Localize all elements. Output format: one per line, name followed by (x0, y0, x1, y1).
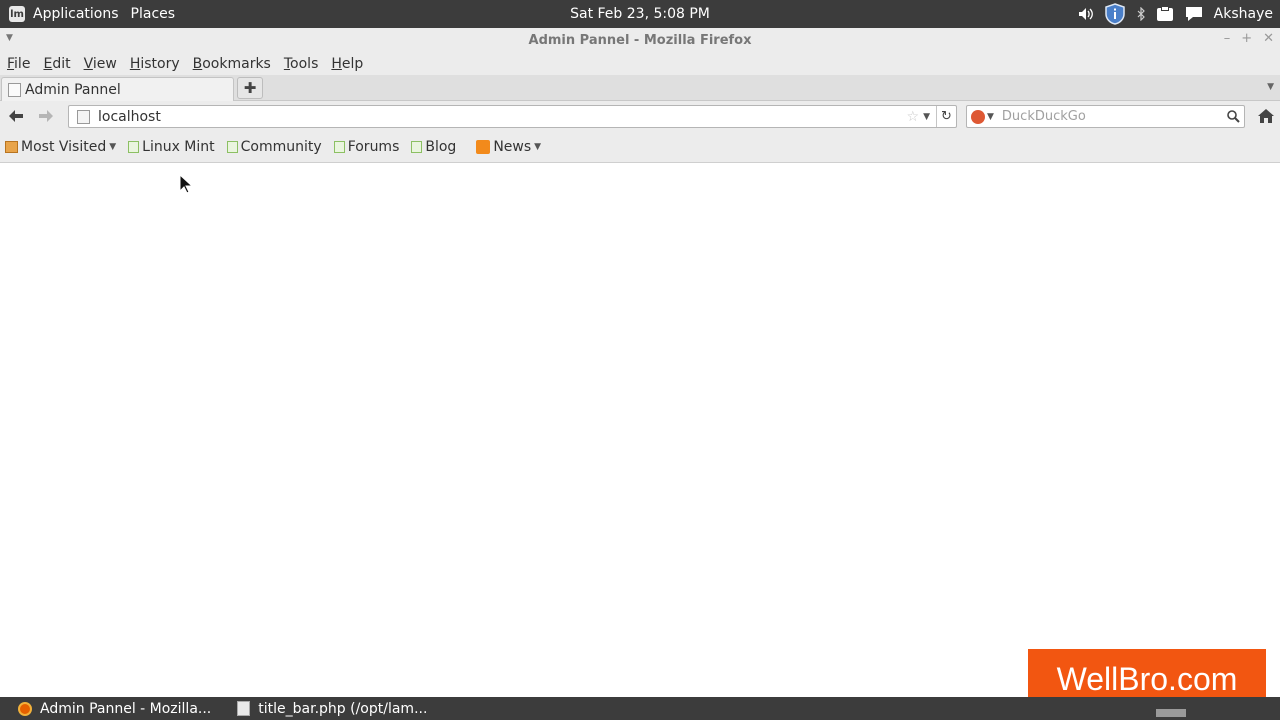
mint-page-icon (226, 141, 238, 153)
minimize-icon[interactable]: – (1224, 31, 1231, 46)
tab-admin-pannel[interactable]: Admin Pannel (1, 77, 234, 101)
back-button[interactable] (6, 107, 26, 125)
window-titlebar[interactable]: ▼ Admin Pannel - Mozilla Firefox – + ✕ (0, 28, 1280, 53)
task-firefox[interactable]: Admin Pannel - Mozilla... (0, 697, 211, 720)
menu-tools[interactable]: Tools (284, 56, 319, 72)
rss-feed-icon (476, 140, 491, 154)
mint-page-icon (128, 141, 140, 153)
bluetooth-icon[interactable] (1136, 4, 1146, 24)
bookmark-community[interactable]: Community (226, 139, 322, 155)
url-history-dropdown-icon[interactable]: ▼ (923, 112, 930, 122)
window-title: Admin Pannel - Mozilla Firefox (528, 33, 752, 48)
url-bar[interactable]: localhost ☆ ▼ ↻ (68, 105, 957, 128)
tab-label: Admin Pannel (25, 81, 121, 98)
plus-icon: ✚ (243, 79, 257, 97)
navigation-bar: localhost ☆ ▼ ↻ ▼ (0, 101, 1280, 132)
menu-history[interactable]: History (130, 56, 180, 72)
menubar: File Edit View History Bookmarks Tools H… (0, 53, 1280, 75)
firefox-icon (18, 701, 32, 716)
reload-icon[interactable]: ↻ (936, 106, 956, 127)
menu-edit[interactable]: Edit (43, 56, 70, 72)
home-button[interactable] (1256, 107, 1276, 125)
mouse-cursor-icon (179, 174, 193, 194)
close-icon[interactable]: ✕ (1263, 31, 1274, 46)
removable-media-icon[interactable] (1156, 4, 1174, 24)
menu-bookmarks[interactable]: Bookmarks (193, 56, 271, 72)
mint-page-icon (411, 141, 423, 153)
folder-icon (5, 141, 18, 153)
menu-view[interactable]: View (84, 56, 117, 72)
mint-menu-icon[interactable]: lm (9, 6, 25, 22)
chevron-down-icon: ▼ (109, 142, 117, 152)
applications-menu[interactable]: Applications (33, 6, 119, 22)
bookmark-news[interactable]: News ▼ (476, 139, 541, 155)
taskbar: Admin Pannel - Mozilla... title_bar.php … (0, 697, 1280, 720)
task-text-editor[interactable]: title_bar.php (/opt/lam... (231, 697, 427, 720)
maximize-icon[interactable]: + (1241, 31, 1252, 46)
bookmark-forums[interactable]: Forums (333, 139, 399, 155)
tab-bar: Admin Pannel ✚ ▼ (0, 75, 1280, 101)
back-arrow-icon (9, 110, 23, 122)
bookmarks-toolbar: Most Visited ▼ Linux Mint Community Foru… (0, 132, 1280, 163)
bookmark-most-visited[interactable]: Most Visited ▼ (5, 139, 116, 155)
page-content[interactable] (0, 163, 1280, 697)
menu-file[interactable]: File (7, 56, 30, 72)
user-menu[interactable]: Akshaye (1214, 6, 1273, 22)
duckduckgo-icon[interactable] (971, 109, 985, 124)
new-tab-button[interactable]: ✚ (237, 77, 263, 99)
top-panel: lm Applications Places Sat Feb 23, 5:08 … (0, 0, 1280, 28)
page-identity-icon[interactable] (77, 109, 90, 124)
workspace-switcher[interactable] (1156, 709, 1186, 717)
search-icon[interactable] (1222, 110, 1244, 123)
chat-status-icon[interactable] (1184, 4, 1204, 24)
forward-button[interactable] (36, 107, 56, 125)
search-bar[interactable]: ▼ (966, 105, 1245, 128)
update-shield-icon[interactable] (1104, 3, 1126, 25)
chevron-down-icon: ▼ (534, 142, 542, 152)
places-menu[interactable]: Places (131, 6, 176, 22)
volume-icon[interactable] (1078, 4, 1094, 24)
bookmark-blog[interactable]: Blog (411, 139, 456, 155)
url-text[interactable]: localhost (98, 109, 907, 125)
search-engine-dropdown-icon[interactable]: ▼ (987, 112, 994, 122)
mint-page-icon (333, 141, 345, 153)
page-icon (8, 82, 21, 97)
search-input[interactable] (1001, 109, 1222, 124)
home-icon (1258, 109, 1274, 123)
bookmark-linux-mint[interactable]: Linux Mint (128, 139, 215, 155)
bookmark-star-icon[interactable]: ☆ (907, 109, 920, 125)
forward-arrow-icon (39, 110, 53, 122)
tab-list-icon[interactable]: ▼ (1267, 82, 1274, 92)
menu-help[interactable]: Help (331, 56, 363, 72)
text-editor-icon (237, 701, 251, 716)
